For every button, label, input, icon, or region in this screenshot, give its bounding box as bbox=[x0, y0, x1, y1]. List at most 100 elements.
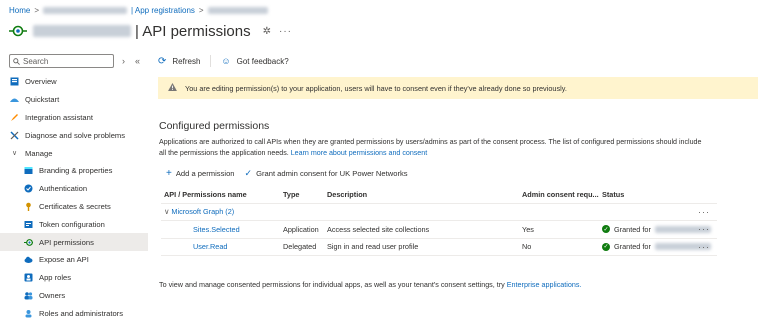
section-description: Applications are authorized to call APIs… bbox=[159, 137, 719, 158]
sidebar-item-owners[interactable]: Owners bbox=[0, 287, 148, 305]
sidebar-group-label: Manage bbox=[25, 148, 53, 158]
toolbar: ⟳ Refresh ☺ Got feedback? bbox=[158, 53, 768, 69]
more-options-icon[interactable]: ··· bbox=[698, 207, 710, 217]
description-line-2: all the permissions the application need… bbox=[159, 148, 289, 157]
owners-icon bbox=[24, 291, 33, 300]
sidebar-item-integration-assistant[interactable]: Integration assistant bbox=[0, 109, 148, 127]
pin-icon[interactable]: ✲ bbox=[263, 26, 271, 37]
permission-name-link[interactable]: User.Read bbox=[193, 242, 227, 251]
breadcrumb-home[interactable]: Home bbox=[9, 6, 30, 15]
section-title: Configured permissions bbox=[159, 120, 270, 132]
add-permission-button[interactable]: + Add a permission bbox=[166, 168, 235, 179]
enterprise-applications-link[interactable]: Enterprise applications. bbox=[507, 280, 582, 289]
search-placeholder: Search bbox=[23, 56, 49, 66]
plus-icon: + bbox=[166, 168, 172, 179]
footer-note: To view and manage consented permissions… bbox=[159, 280, 581, 289]
permissions-table: API / Permissions name Type Description … bbox=[161, 186, 717, 256]
table-row: Sites.Selected Application Access select… bbox=[161, 221, 717, 239]
permission-description: Access selected site collections bbox=[327, 224, 430, 234]
permission-type: Application bbox=[283, 224, 319, 234]
table-header-row: API / Permissions name Type Description … bbox=[161, 186, 717, 204]
table-row: User.Read Delegated Sign in and read use… bbox=[161, 239, 717, 256]
sidebar-item-label: Overview bbox=[25, 77, 57, 87]
expand-icon[interactable]: › bbox=[122, 56, 125, 66]
app-roles-icon bbox=[24, 273, 33, 282]
warning-banner: You are editing permission(s) to your ap… bbox=[158, 77, 758, 99]
key-icon bbox=[24, 202, 33, 211]
sidebar-item-token-configuration[interactable]: Token configuration bbox=[0, 215, 148, 233]
group-label: ∨ Microsoft Graph (2) bbox=[164, 207, 235, 217]
feedback-icon: ☺ bbox=[221, 56, 231, 66]
check-circle-icon: ✓ bbox=[602, 242, 610, 251]
checkmark-icon: ✓ bbox=[244, 168, 253, 178]
sidebar-item-label: Expose an API bbox=[39, 255, 89, 265]
warning-icon bbox=[168, 83, 177, 93]
warning-text: You are editing permission(s) to your ap… bbox=[185, 83, 567, 93]
column-header-status[interactable]: Status bbox=[602, 190, 624, 199]
learn-more-link[interactable]: Learn more about permissions and consent bbox=[291, 149, 427, 157]
main-content: ⟳ Refresh ☺ Got feedback? You are editin… bbox=[158, 53, 768, 289]
api-permissions-icon bbox=[9, 22, 27, 40]
permission-name-link[interactable]: Sites.Selected bbox=[193, 225, 240, 234]
table-group-row[interactable]: ∨ Microsoft Graph (2) ··· bbox=[161, 204, 717, 221]
sidebar: Search › « Overview Quickstart Integrati… bbox=[0, 53, 148, 327]
sidebar-item-label: API permissions bbox=[39, 237, 94, 247]
token-icon bbox=[24, 220, 33, 229]
more-options-icon[interactable]: ··· bbox=[698, 242, 710, 252]
sidebar-item-label: Authentication bbox=[39, 184, 88, 194]
sidebar-group-manage[interactable]: ∨ Manage bbox=[0, 144, 148, 162]
sidebar-item-certificates[interactable]: Certificates & secrets bbox=[0, 198, 148, 216]
sidebar-item-app-roles[interactable]: App roles bbox=[0, 269, 148, 287]
column-header-api[interactable]: API / Permissions name bbox=[164, 190, 247, 199]
more-options-icon[interactable]: ··· bbox=[279, 26, 292, 37]
roles-icon bbox=[24, 309, 33, 318]
api-permissions-icon bbox=[24, 238, 33, 247]
column-header-description[interactable]: Description bbox=[327, 190, 367, 199]
sidebar-item-overview[interactable]: Overview bbox=[0, 73, 148, 91]
redacted-tenant bbox=[43, 6, 128, 14]
refresh-icon: ⟳ bbox=[158, 55, 167, 67]
more-options-icon[interactable]: ··· bbox=[698, 224, 710, 234]
rocket-icon bbox=[10, 113, 19, 122]
chevron-down-icon: ∨ bbox=[164, 207, 170, 217]
column-header-type[interactable]: Type bbox=[283, 190, 300, 199]
refresh-button[interactable]: Refresh bbox=[172, 57, 200, 66]
sidebar-item-label: Owners bbox=[39, 290, 66, 300]
sidebar-item-roles-administrators[interactable]: Roles and administrators bbox=[0, 304, 148, 322]
sidebar-item-label: Token configuration bbox=[39, 219, 105, 229]
permission-type: Delegated bbox=[283, 242, 317, 252]
sidebar-item-expose-api[interactable]: Expose an API bbox=[0, 251, 148, 269]
quickstart-icon bbox=[10, 95, 19, 104]
breadcrumb-app-registrations[interactable]: | App registrations bbox=[131, 6, 195, 15]
description-line-1: Applications are authorized to call APIs… bbox=[159, 138, 702, 146]
sidebar-item-label: Branding & properties bbox=[39, 166, 113, 176]
redacted-app-title bbox=[33, 25, 131, 37]
sidebar-item-label: Roles and administrators bbox=[39, 308, 123, 318]
breadcrumb-separator: > bbox=[34, 5, 40, 15]
column-header-admin-consent[interactable]: Admin consent requ... bbox=[522, 190, 599, 199]
search-input[interactable]: Search bbox=[9, 54, 114, 68]
sidebar-item-label: Diagnose and solve problems bbox=[25, 130, 126, 140]
sidebar-item-quickstart[interactable]: Quickstart bbox=[0, 91, 148, 109]
collapse-sidebar-icon[interactable]: « bbox=[135, 56, 140, 66]
page-header: | API permissions ✲ ··· bbox=[9, 19, 292, 43]
add-permission-label: Add a permission bbox=[175, 169, 235, 178]
branding-icon bbox=[24, 166, 33, 175]
sidebar-item-api-permissions[interactable]: API permissions bbox=[0, 233, 148, 251]
sidebar-item-branding[interactable]: Branding & properties bbox=[0, 162, 148, 180]
cloud-icon bbox=[24, 255, 33, 264]
toolbar-divider bbox=[210, 55, 212, 67]
sidebar-item-label: App roles bbox=[39, 273, 72, 283]
sidebar-item-label: Integration assistant bbox=[25, 112, 93, 122]
feedback-button[interactable]: Got feedback? bbox=[237, 57, 289, 66]
wrench-icon bbox=[10, 131, 19, 140]
check-circle-icon: ✓ bbox=[602, 225, 610, 234]
sidebar-item-authentication[interactable]: Authentication bbox=[0, 180, 148, 198]
sidebar-item-diagnose[interactable]: Diagnose and solve problems bbox=[0, 126, 148, 144]
grant-admin-consent-button[interactable]: ✓ Grant admin consent for UK Power Netwo… bbox=[245, 168, 408, 179]
breadcrumb-separator: > bbox=[198, 5, 204, 15]
sidebar-nav: Overview Quickstart Integration assistan… bbox=[0, 73, 148, 322]
grant-consent-label: Grant admin consent for UK Power Network… bbox=[256, 169, 408, 178]
authentication-icon bbox=[24, 184, 33, 193]
sidebar-item-label: Quickstart bbox=[25, 95, 60, 105]
